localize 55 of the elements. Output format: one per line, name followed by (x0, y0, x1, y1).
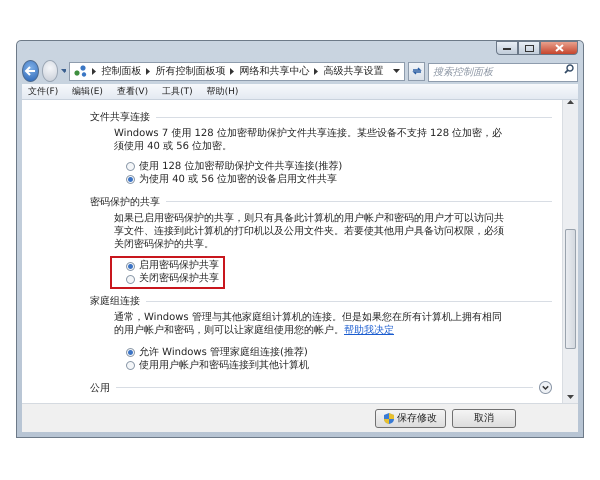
radio-button[interactable] (126, 361, 135, 370)
section-heading: 文件共享连接 (90, 110, 150, 124)
refresh-button[interactable] (408, 62, 425, 80)
radio-label[interactable]: 关闭密码保护共享 (139, 273, 219, 285)
radio-button[interactable] (126, 162, 135, 171)
radio-label[interactable]: 使用用户帐户和密码连接到其他计算机 (139, 360, 309, 372)
radio-button[interactable] (126, 348, 135, 357)
back-button[interactable] (22, 60, 39, 82)
breadcrumb[interactable]: 所有控制面板项 (155, 64, 226, 78)
menu-item[interactable]: 查看(V) (116, 85, 148, 98)
description-text: Windows 7 使用 128 位加密帮助保护文件共享连接。某些设备不支持 128 位加密，必须使用 40 或 56 位加密。 (114, 127, 504, 153)
menu-item[interactable]: 工具(T) (162, 85, 193, 98)
search-icon (564, 64, 574, 74)
close-icon (554, 44, 564, 52)
separator-arrow-icon (92, 68, 96, 74)
radio-button[interactable] (126, 274, 135, 284)
radio-label[interactable]: 允许 Windows 管理家庭组连接(推荐) (139, 346, 308, 358)
breadcrumb[interactable]: 控制面板 (101, 64, 142, 78)
section-heading: 公用 (90, 382, 110, 394)
radio-label[interactable]: 为使用 40 或 56 位加密的设备启用文件共享 (139, 174, 338, 186)
radio-button[interactable] (126, 175, 135, 184)
section-heading: 家庭组连接 (90, 294, 140, 308)
expand-chevron-icon[interactable] (539, 381, 552, 394)
separator-arrow-icon (314, 68, 318, 74)
minimize-button[interactable] (496, 41, 518, 55)
close-button[interactable] (540, 41, 578, 55)
separator-arrow-icon (230, 68, 234, 74)
scrollbar[interactable] (562, 100, 578, 403)
menu-item[interactable]: 文件(F) (28, 85, 58, 98)
dropdown-icon[interactable] (393, 69, 400, 73)
scroll-down-icon[interactable] (567, 395, 574, 399)
radio-label[interactable]: 启用密码保护共享 (139, 260, 219, 272)
menu-item[interactable]: 编辑(E) (72, 85, 103, 98)
section-heading: 密码保护的共享 (90, 196, 160, 208)
back-arrow-icon (24, 66, 36, 76)
minimize-icon (503, 46, 511, 50)
breadcrumb[interactable]: 高级共享设置 (323, 64, 384, 78)
breadcrumb[interactable]: 网络和共享中心 (239, 64, 310, 78)
help-link[interactable]: 帮助我决定 (344, 325, 394, 336)
shield-icon (384, 412, 394, 424)
history-dropdown-icon[interactable] (61, 68, 66, 74)
address-bar[interactable]: 控制面板 所有控制面板项 网络和共享中心 高级共享设置 (69, 62, 406, 80)
menu-item[interactable]: 帮助(H) (206, 85, 238, 98)
description-text: 通常，Windows 管理与其他家庭组计算机的连接。但是如果您在所有计算机上拥有相同的用户帐户和密码，则可以让家庭组使用您的帐户。帮助我决定 (114, 311, 503, 337)
maximize-icon (524, 44, 534, 52)
dialog-button[interactable]: 取消 (452, 408, 516, 428)
maximize-button[interactable] (518, 41, 540, 55)
dialog-button[interactable]: 保存修改 (375, 408, 446, 428)
radio-button[interactable] (126, 262, 135, 270)
radio-label[interactable]: 使用 128 位加密帮助保护文件共享连接(推荐) (139, 160, 342, 172)
refresh-icon (410, 66, 423, 76)
search-field[interactable]: 搜索控制面板 (428, 63, 578, 82)
description-text: 如果已启用密码保护的共享，则只有具备此计算机的用户帐户和密码的用户才可以访问共享文件、连接到此计算机的打印机以及公用文件夹。若要使其他用户具备访问权限，必须关闭密码保护的共享。 (114, 212, 505, 250)
separator-arrow-icon (146, 68, 150, 74)
network-icon (74, 65, 88, 77)
